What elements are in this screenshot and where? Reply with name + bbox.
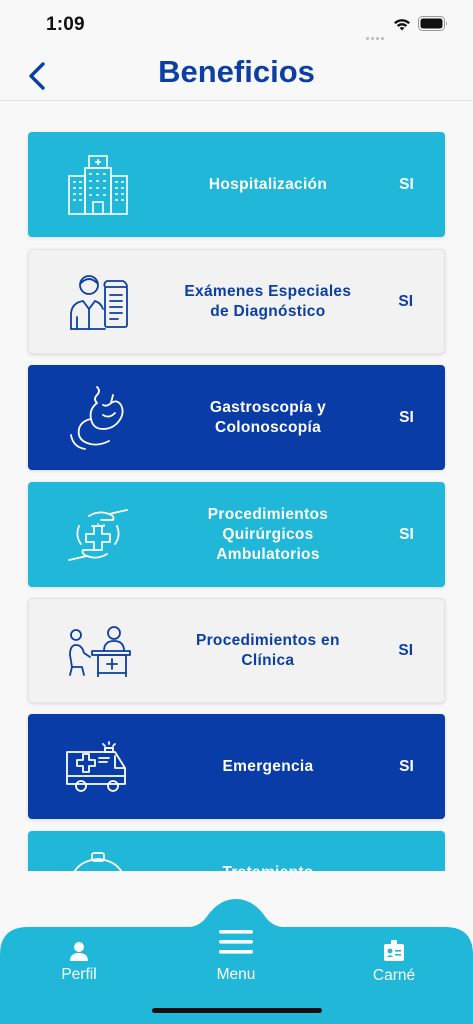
benefit-card-tratamiento[interactable]: Tratamiento [28,831,445,871]
benefit-value: SI [399,525,414,543]
tab-bar: Perfil Menu Carné [0,895,473,1024]
benefit-card-procedimientos-clinica[interactable]: Procedimientos en Clínica SI [28,598,445,703]
benefit-label: Procedimientos Quirúrgicos Ambulatorios [207,505,329,563]
doctor-desk-icon [29,598,168,703]
status-bar: 1:09 [0,0,473,50]
benefit-label: Tratamiento [168,831,368,871]
benefit-card-gastroscopia[interactable]: Gastroscopía y Colonoscopía SI [28,365,445,470]
partial-icon [28,831,168,871]
tab-menu-label: Menu [216,966,256,983]
tab-perfil-label: Perfil [61,966,97,983]
signal-icon [366,27,386,45]
benefit-label: Exámenes Especiales de Diagnóstico [184,282,352,320]
status-time: 1:09 [46,14,85,35]
benefit-card-procedimientos-quirurgicos[interactable]: Procedimientos Quirúrgicos Ambulatorios … [28,482,445,587]
screen: 1:09 Beneficios Hospitalización SI Exáme… [0,0,473,1024]
doctor-report-icon [29,249,168,354]
tab-carne[interactable]: Carné [364,940,424,985]
benefits-list[interactable]: Hospitalización SI Exámenes Especiales d… [0,101,473,871]
benefit-value: SI [399,408,414,426]
header: Beneficios [0,50,473,101]
id-card-icon [384,940,404,961]
benefit-label: Gastroscopía y Colonoscopía [209,398,327,436]
tab-carne-label: Carné [372,967,416,984]
ambulance-icon [28,714,168,819]
battery-icon [418,16,447,31]
tab-perfil[interactable]: Perfil [50,941,108,984]
benefit-value: SI [398,292,414,310]
home-indicator [152,1008,322,1013]
benefit-label: Hospitalización [208,175,328,193]
hospital-building-icon [28,132,168,237]
benefit-card-examenes[interactable]: Exámenes Especiales de Diagnóstico SI [28,249,445,354]
benefit-card-hospitalizacion[interactable]: Hospitalización SI [28,132,445,237]
benefit-value: SI [399,757,414,775]
user-icon [70,942,88,961]
benefit-card-emergencia[interactable]: Emergencia SI [28,714,445,819]
wifi-icon [394,19,410,31]
benefit-label: Emergencia [222,757,314,775]
page-title: Beneficios [158,54,315,89]
stomach-icon [28,365,168,470]
hands-medical-cross-icon [28,482,168,587]
benefit-value: SI [398,641,414,659]
benefit-label: Procedimientos en Clínica [195,631,340,669]
benefit-value: SI [399,175,414,193]
tab-menu[interactable]: Menu [206,929,266,984]
menu-icon [219,930,253,954]
